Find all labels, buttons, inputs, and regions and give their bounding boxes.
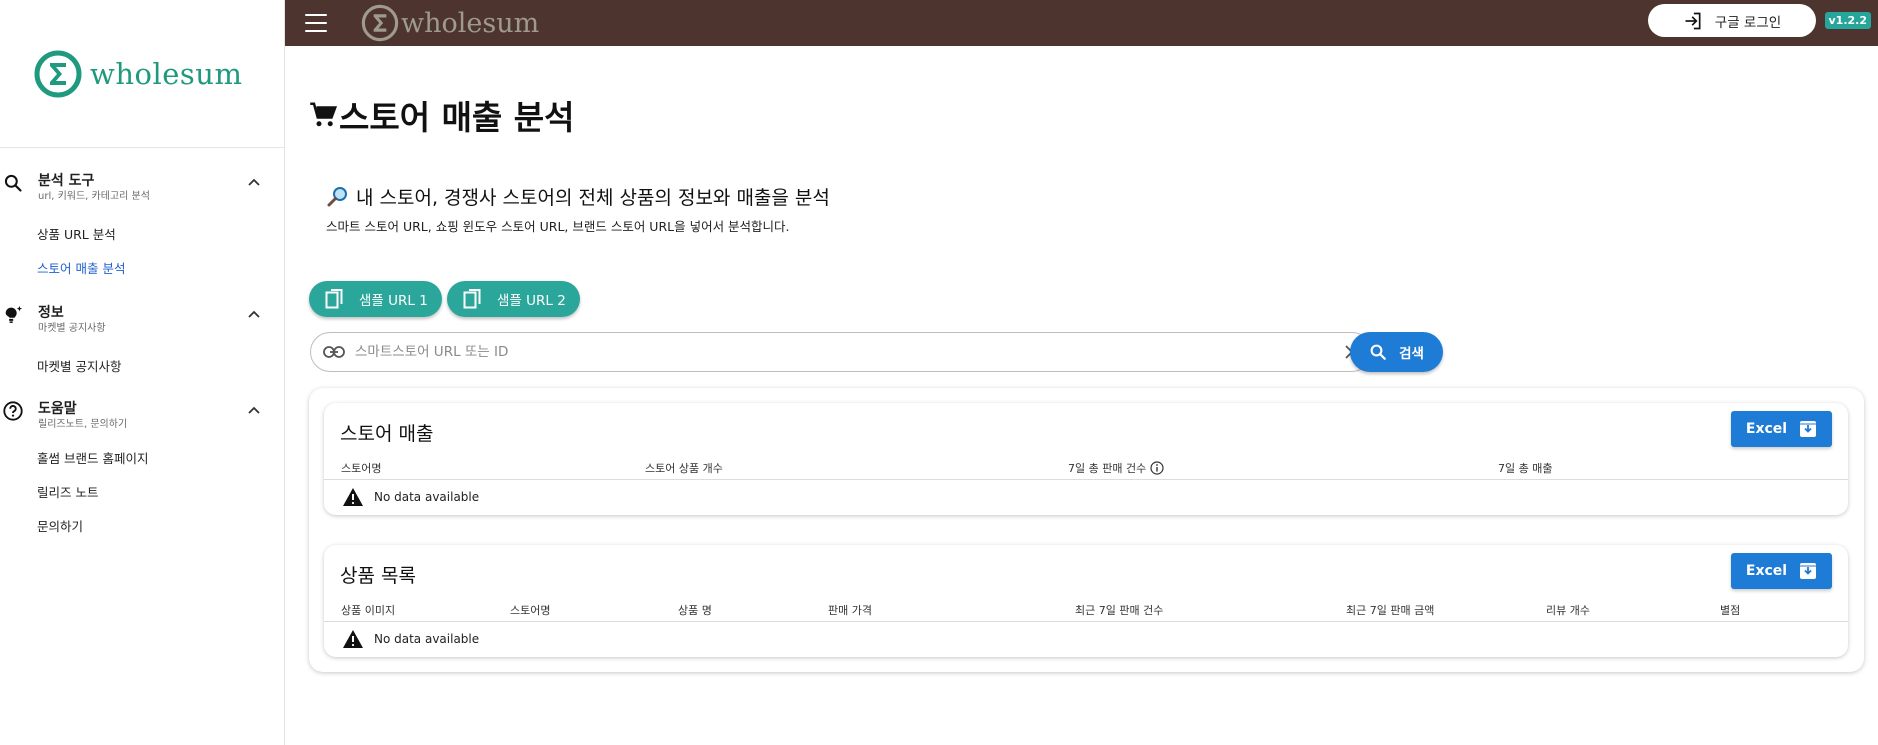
product-list-card: 상품 목록 Excel 상품 이미지 스토어명 상품 명 판매 가격 최근 7일… bbox=[324, 545, 1848, 657]
column-header[interactable]: 별점 bbox=[1720, 602, 1740, 618]
column-header[interactable]: 최근 7일 판매 금액 bbox=[1346, 602, 1434, 618]
version-badge: v1.2.2 bbox=[1824, 12, 1871, 29]
sidebar-logo-text: wholesum bbox=[90, 56, 243, 91]
nav-group-title: 정보 bbox=[38, 305, 64, 321]
excel-button-label: Excel bbox=[1745, 563, 1788, 579]
store-url-search-field[interactable] bbox=[310, 332, 1372, 372]
product-list-title: 상품 목록 bbox=[340, 565, 416, 587]
sidebar: wholesum 분석 도구 url, 키워드, 카테고리 분석 상품 URL … bbox=[0, 0, 285, 745]
lightbulb-icon bbox=[2, 304, 24, 326]
google-login-button[interactable]: 구글 로그인 bbox=[1648, 4, 1816, 37]
product-list-excel-button[interactable]: Excel bbox=[1731, 553, 1832, 589]
wholesum-logo-icon bbox=[34, 50, 82, 97]
sidebar-item-brand-homepage[interactable]: 홀썸 브랜드 홈페이지 bbox=[0, 442, 284, 476]
column-header[interactable]: 상품 명 bbox=[678, 602, 712, 618]
help-circle-icon bbox=[2, 400, 24, 422]
sidebar-nav: 분석 도구 url, 키워드, 카테고리 분석 상품 URL 분석 스토어 매출… bbox=[0, 148, 284, 544]
nav-group-header-analysis-tools[interactable]: 분석 도구 url, 키워드, 카테고리 분석 bbox=[0, 172, 284, 210]
column-header[interactable]: 리뷰 개수 bbox=[1546, 602, 1590, 618]
sidebar-item-contact[interactable]: 문의하기 bbox=[0, 510, 284, 544]
main-content: 스토어 매출 분석 내 스토어, 경쟁사 스토어의 전체 상품의 정보와 매출을… bbox=[285, 46, 1878, 745]
copy-icon bbox=[325, 289, 343, 309]
sample-url-2-label: 샘플 URL 2 bbox=[497, 293, 566, 309]
topbar-logo[interactable]: wholesum bbox=[361, 4, 539, 42]
empty-state-row: No data available bbox=[342, 629, 479, 649]
nav-group-title: 도움말 bbox=[38, 401, 77, 417]
search-icon bbox=[2, 172, 24, 194]
column-header-with-info[interactable]: 7일 총 판매 건수 bbox=[1068, 460, 1164, 476]
excel-button-label: Excel bbox=[1745, 421, 1788, 437]
product-list-table-header: 상품 이미지 스토어명 상품 명 판매 가격 최근 7일 판매 건수 최근 7일… bbox=[324, 595, 1848, 622]
page-title-text: 스토어 매출 분석 bbox=[339, 98, 575, 137]
login-icon bbox=[1685, 12, 1701, 29]
section-description: 스마트 스토어 URL, 쇼핑 윈도우 스토어 URL, 브랜드 스토어 URL… bbox=[326, 219, 790, 234]
nav-group-analysis-tools: 분석 도구 url, 키워드, 카테고리 분석 상품 URL 분석 스토어 매출… bbox=[0, 172, 284, 286]
search-button-label: 검색 bbox=[1399, 346, 1424, 362]
empty-state-text: No data available bbox=[374, 490, 480, 504]
section-title: 내 스토어, 경쟁사 스토어의 전체 상품의 정보와 매출을 분석 bbox=[326, 183, 830, 210]
top-app-bar: wholesum 구글 로그인 v1.2.2 bbox=[285, 0, 1878, 46]
store-url-search-input[interactable] bbox=[355, 344, 1345, 360]
empty-state-row: No data available bbox=[342, 487, 479, 507]
sidebar-item-release-notes[interactable]: 릴리즈 노트 bbox=[0, 476, 284, 510]
chevron-up-icon[interactable] bbox=[246, 307, 262, 323]
magnifier-emoji-icon bbox=[327, 186, 347, 206]
google-login-label: 구글 로그인 bbox=[1714, 14, 1782, 31]
column-header[interactable]: 판매 가격 bbox=[828, 602, 872, 618]
warning-icon bbox=[343, 488, 363, 506]
column-header[interactable]: 스토어명 bbox=[341, 460, 381, 476]
chevron-up-icon[interactable] bbox=[246, 175, 262, 191]
results-container: 스토어 매출 Excel 스토어명 스토어 상품 개수 7일 총 판매 건수 7… bbox=[309, 388, 1864, 672]
nav-group-header-info[interactable]: 정보 마켓별 공지사항 bbox=[0, 304, 284, 342]
column-header[interactable]: 상품 이미지 bbox=[341, 602, 395, 618]
column-header[interactable]: 스토어명 bbox=[510, 602, 550, 618]
column-header[interactable]: 7일 총 매출 bbox=[1498, 460, 1552, 476]
store-sales-title: 스토어 매출 bbox=[340, 423, 434, 445]
store-sales-card: 스토어 매출 Excel 스토어명 스토어 상품 개수 7일 총 판매 건수 7… bbox=[324, 403, 1848, 515]
sample-url-2-button[interactable]: 샘플 URL 2 bbox=[447, 281, 580, 317]
sidebar-item-market-notices[interactable]: 마켓별 공지사항 bbox=[0, 350, 284, 384]
shopping-cart-icon bbox=[310, 102, 338, 127]
archive-download-icon bbox=[1800, 421, 1817, 437]
column-header[interactable]: 스토어 상품 개수 bbox=[645, 460, 723, 476]
info-icon[interactable] bbox=[1150, 461, 1164, 475]
archive-download-icon bbox=[1800, 563, 1817, 579]
sidebar-logo[interactable]: wholesum bbox=[0, 0, 284, 148]
column-header-label: 7일 총 판매 건수 bbox=[1068, 462, 1147, 475]
section-title-text: 내 스토어, 경쟁사 스토어의 전체 상품의 정보와 매출을 분석 bbox=[356, 187, 830, 209]
nav-group-subtitle: 마켓별 공지사항 bbox=[38, 323, 106, 334]
page-title: 스토어 매출 분석 bbox=[309, 91, 575, 139]
nav-group-header-help[interactable]: 도움말 릴리즈노트, 문의하기 bbox=[0, 400, 284, 438]
sidebar-item-store-sales-analysis[interactable]: 스토어 매출 분석 bbox=[0, 252, 284, 286]
empty-state-text: No data available bbox=[374, 632, 480, 646]
warning-icon bbox=[343, 630, 363, 648]
topbar-logo-text: wholesum bbox=[401, 7, 540, 39]
copy-icon bbox=[463, 289, 481, 309]
wholesum-logo-icon bbox=[361, 4, 399, 42]
nav-group-title: 분석 도구 bbox=[38, 173, 95, 189]
store-sales-table-header: 스토어명 스토어 상품 개수 7일 총 판매 건수 7일 총 매출 bbox=[324, 453, 1848, 480]
nav-group-help: 도움말 릴리즈노트, 문의하기 홀썸 브랜드 홈페이지 릴리즈 노트 문의하기 bbox=[0, 400, 284, 544]
nav-group-info: 정보 마켓별 공지사항 마켓별 공지사항 bbox=[0, 304, 284, 384]
nav-group-subtitle: url, 키워드, 카테고리 분석 bbox=[38, 191, 150, 202]
column-header[interactable]: 최근 7일 판매 건수 bbox=[1075, 602, 1163, 618]
search-icon bbox=[1370, 344, 1386, 360]
search-button[interactable]: 검색 bbox=[1350, 332, 1443, 372]
sample-url-1-label: 샘플 URL 1 bbox=[359, 293, 428, 309]
section-header: 내 스토어, 경쟁사 스토어의 전체 상품의 정보와 매출을 분석 스마트 스토… bbox=[326, 183, 830, 235]
sidebar-item-product-url-analysis[interactable]: 상품 URL 분석 bbox=[0, 218, 284, 252]
sample-url-1-button[interactable]: 샘플 URL 1 bbox=[309, 281, 442, 317]
store-sales-excel-button[interactable]: Excel bbox=[1731, 411, 1832, 447]
link-icon bbox=[323, 346, 345, 358]
chevron-up-icon[interactable] bbox=[246, 403, 262, 419]
menu-icon[interactable] bbox=[305, 14, 327, 32]
nav-group-subtitle: 릴리즈노트, 문의하기 bbox=[38, 419, 128, 430]
